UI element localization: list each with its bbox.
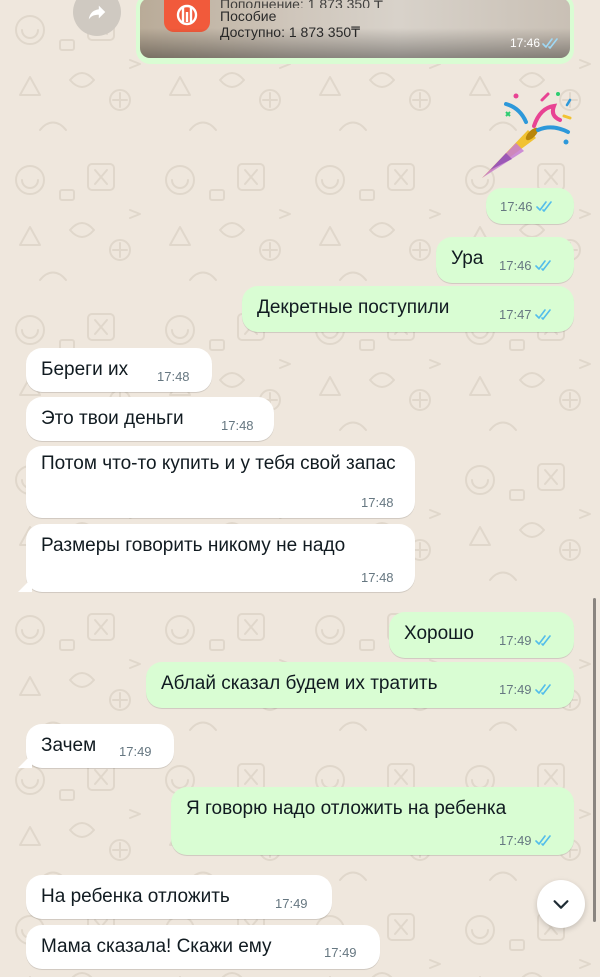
message-bubble-incoming[interactable]: Зачем 17:49 xyxy=(26,724,174,768)
message-bubble-outgoing[interactable]: Декретные поступили 17:47 xyxy=(242,286,574,332)
message-meta: 17:46 xyxy=(499,258,553,273)
scroll-down-button[interactable] xyxy=(537,880,585,928)
read-ticks-icon xyxy=(534,835,551,846)
message-bubble-incoming[interactable]: Размеры говорить никому не надо 17:48 xyxy=(26,524,415,592)
message-text: На ребенка отложить xyxy=(41,886,230,907)
receipt-image-message[interactable]: Пополнение: 1 873 350 ₸ Пособие Доступно… xyxy=(136,0,574,64)
message-text: Декретные поступили xyxy=(257,297,450,318)
message-time: 17:48 xyxy=(157,369,190,384)
message-meta: 17:49 xyxy=(324,945,357,960)
message-time: 17:49 xyxy=(499,633,532,648)
message-meta: 17:46 xyxy=(500,199,554,214)
message-text: Ура xyxy=(451,248,484,269)
scrollbar-thumb[interactable] xyxy=(593,598,596,922)
message-text: Размеры говорить никому не надо xyxy=(41,535,346,556)
chat-area[interactable]: Пополнение: 1 873 350 ₸ Пособие Доступно… xyxy=(0,0,600,977)
message-text: Зачем xyxy=(41,735,97,756)
read-ticks-icon xyxy=(542,37,558,49)
message-bubble-outgoing[interactable]: Я говорю надо отложить на ребенка 17:49 xyxy=(171,787,574,855)
message-meta: 17:49 xyxy=(119,744,152,759)
message-bubble-outgoing[interactable]: Ура 17:46 xyxy=(436,237,574,283)
message-bubble-incoming[interactable]: Потом что-то купить и у тебя свой запас … xyxy=(26,446,415,518)
read-ticks-icon xyxy=(534,260,551,271)
message-meta: 17:48 xyxy=(157,369,190,384)
message-meta: 17:46 xyxy=(510,36,560,50)
party-popper-sticker[interactable] xyxy=(476,86,576,186)
message-time: 17:49 xyxy=(499,833,532,848)
message-time: 17:49 xyxy=(119,744,152,759)
message-time: 17:49 xyxy=(499,682,532,697)
party-popper-icon xyxy=(482,92,572,178)
message-text: Береги их xyxy=(41,359,129,380)
receipt-screenshot[interactable]: Пополнение: 1 873 350 ₸ Пособие Доступно… xyxy=(140,0,570,58)
message-meta: 17:48 xyxy=(361,495,394,510)
receipt-line-type: Пособие xyxy=(220,8,277,24)
message-time: 17:49 xyxy=(324,945,357,960)
message-meta: 17:49 xyxy=(275,896,308,911)
message-time: 17:48 xyxy=(361,495,394,510)
message-text: Потом что-то купить и у тебя свой запас xyxy=(41,453,396,474)
receipt-line-partial: Пополнение: 1 873 350 ₸ xyxy=(220,0,383,8)
message-text: Мама сказала! Скажи ему xyxy=(41,936,272,957)
message-time: 17:49 xyxy=(275,896,308,911)
read-ticks-icon xyxy=(534,635,551,646)
forward-icon xyxy=(88,5,106,20)
message-meta: 17:48 xyxy=(221,418,254,433)
receipt-text: Пополнение: 1 873 350 ₸ Пособие Доступно… xyxy=(220,0,383,40)
read-ticks-icon xyxy=(535,201,552,212)
sticker-meta-bubble: 17:46 xyxy=(486,188,574,224)
message-time: 17:46 xyxy=(499,258,532,273)
message-meta: 17:47 xyxy=(499,307,553,322)
chevron-down-icon xyxy=(553,900,569,909)
read-ticks-icon xyxy=(534,309,551,320)
bank-logo xyxy=(164,0,210,32)
receipt-line-balance: Доступно: 1 873 350₸ xyxy=(220,24,361,40)
message-text: Хорошо xyxy=(404,623,474,644)
message-bubble-incoming[interactable]: На ребенка отложить 17:49 xyxy=(26,875,332,919)
message-bubble-outgoing[interactable]: Хорошо 17:49 xyxy=(389,612,574,658)
message-bubble-incoming[interactable]: Береги их 17:48 xyxy=(26,348,212,392)
read-ticks-icon xyxy=(534,684,551,695)
message-bubble-incoming[interactable]: Мама сказала! Скажи ему 17:49 xyxy=(26,925,380,969)
message-time: 17:46 xyxy=(509,36,540,50)
message-text: Я говорю надо отложить на ребенка xyxy=(186,798,507,819)
message-time: 17:46 xyxy=(500,199,533,214)
message-time: 17:48 xyxy=(361,570,394,585)
message-meta: 17:48 xyxy=(361,570,394,585)
message-time: 17:48 xyxy=(221,418,254,433)
message-meta: 17:49 xyxy=(499,682,553,697)
message-bubble-incoming[interactable]: Это твои деньги 17:48 xyxy=(26,397,274,441)
message-bubble-outgoing[interactable]: Аблай сказал будем их тратить 17:49 xyxy=(146,662,574,708)
message-meta: 17:49 xyxy=(499,833,553,848)
message-text: Аблай сказал будем их тратить xyxy=(161,673,438,694)
message-time: 17:47 xyxy=(499,307,532,322)
message-text: Это твои деньги xyxy=(41,408,184,429)
bank-logo-icon xyxy=(176,4,198,26)
message-meta: 17:49 xyxy=(499,633,553,648)
